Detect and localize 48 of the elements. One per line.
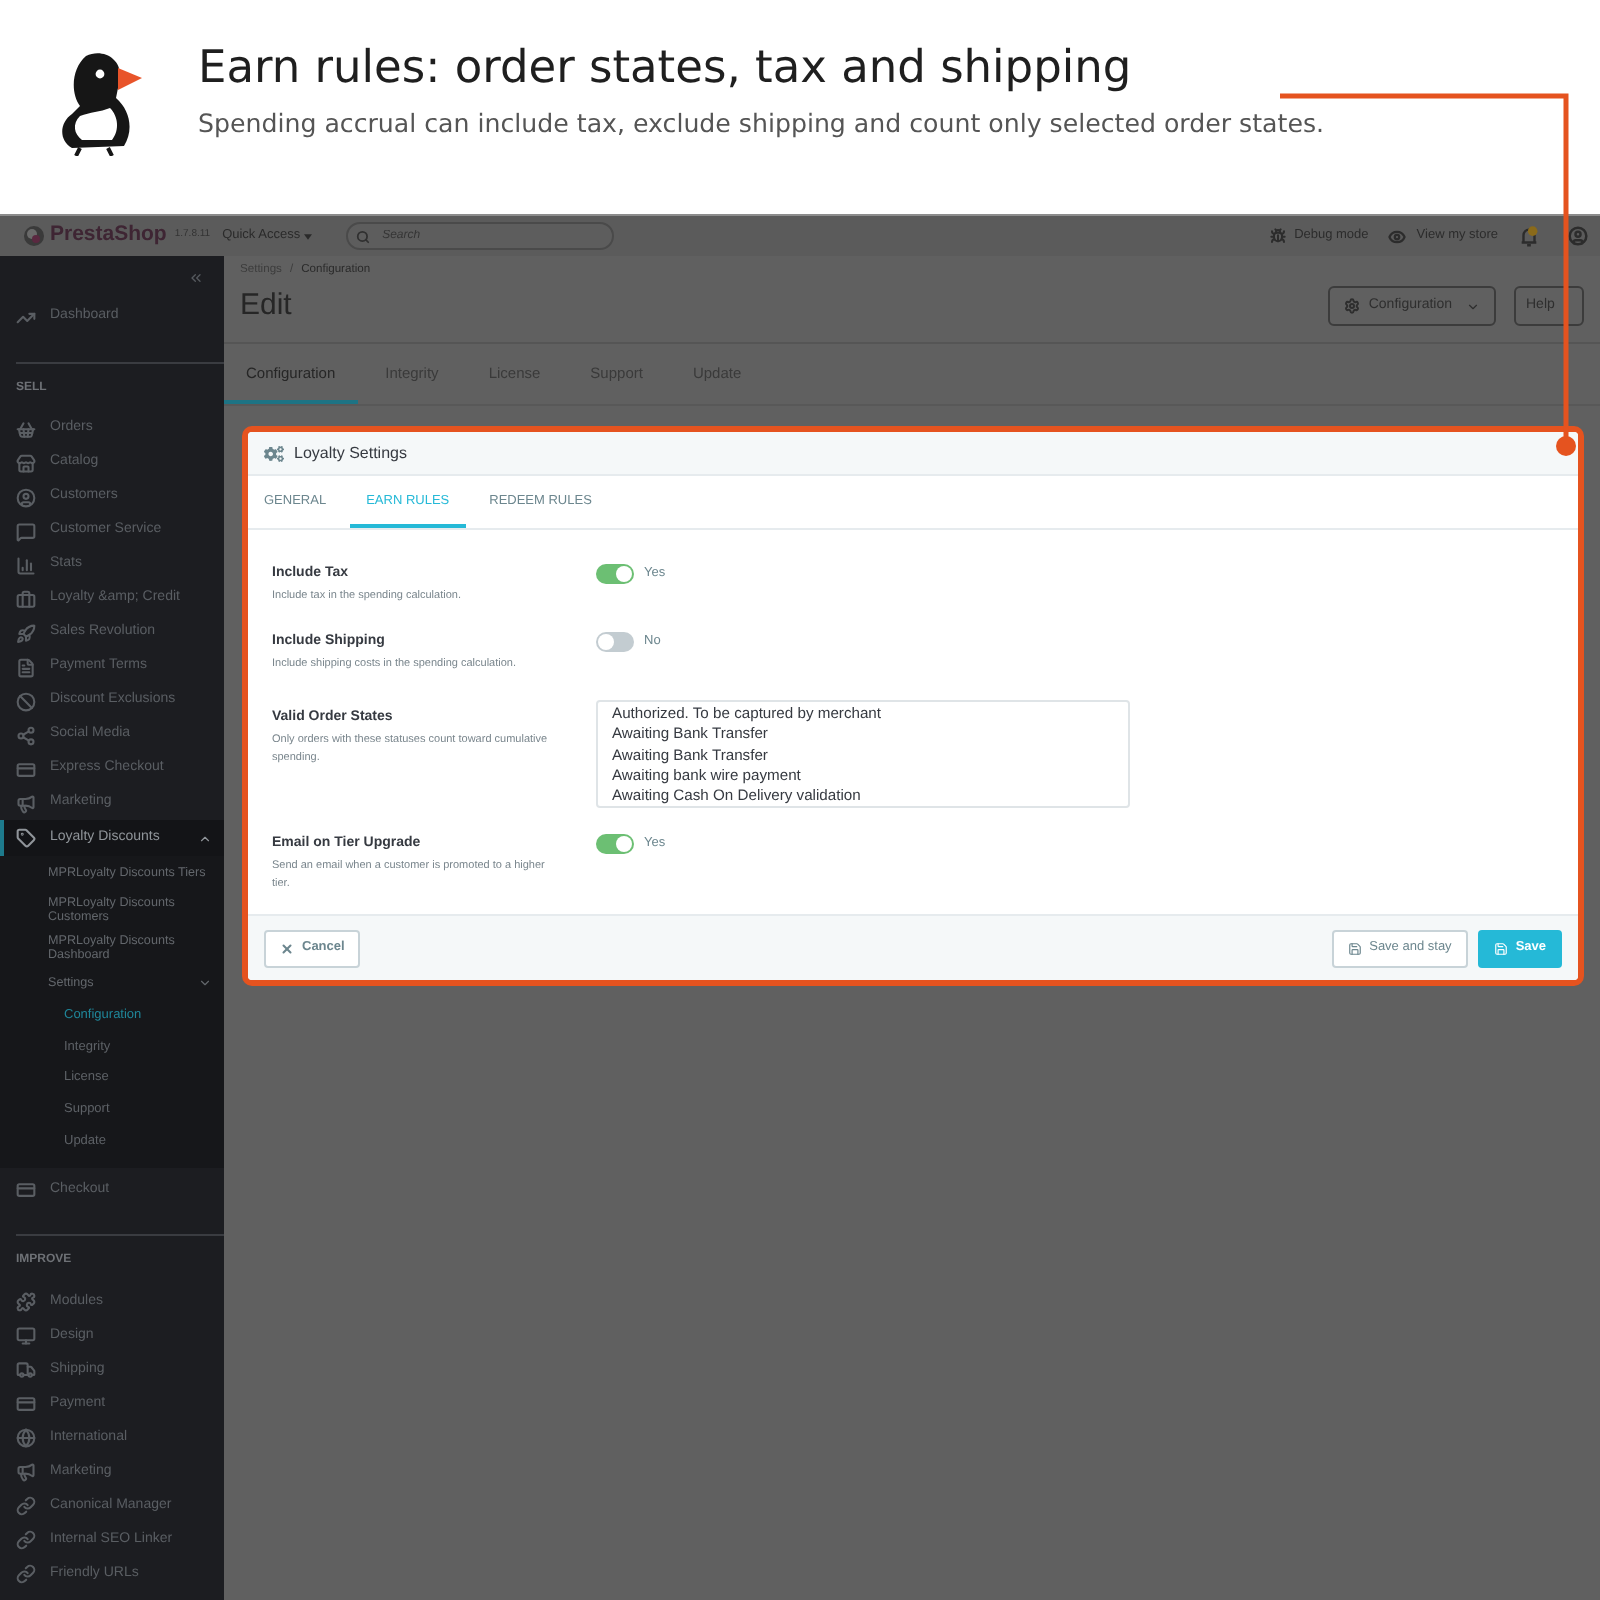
chevron-up-icon [198,831,212,845]
gears-icon [264,443,284,463]
truck-icon [16,1359,36,1380]
user-circle-icon [16,487,36,507]
basket-icon [16,419,36,439]
credit-card-icon [16,759,36,779]
toggle-switch[interactable] [596,834,634,854]
bar-chart-icon [16,555,36,575]
toggle-switch[interactable] [596,564,634,584]
toggle-switch[interactable] [596,632,634,652]
share-icon [16,725,36,745]
notification-bell-icon[interactable] [1518,225,1540,247]
tag-icon [16,828,36,848]
monitor-icon [16,1325,36,1346]
link-icon [16,1529,36,1550]
globe-icon [16,1427,36,1448]
ban-icon [16,691,36,711]
megaphone-icon [16,793,36,813]
user-avatar-icon[interactable] [1568,226,1588,246]
briefcase-icon [16,589,36,609]
bug-icon [1270,228,1287,244]
megaphone-icon [16,1461,36,1482]
store-icon [16,453,36,473]
gear-icon [1344,298,1361,314]
link-icon [16,1495,36,1516]
puzzle-icon [16,1291,36,1312]
rocket-icon [16,623,36,643]
close-icon [280,941,294,955]
credit-card-icon [16,1393,36,1414]
trend-line-icon [16,307,36,327]
brand-logo-icon [24,226,44,246]
page-title: Edit [240,285,292,326]
callout-subtitle: Spending accrual can include tax, exclude shipping and count only selected order states. [198,106,1325,142]
caret-icon [304,233,313,239]
chevron-down-icon [198,976,212,990]
credit-card-icon [16,1179,36,1200]
chevron-down-icon [1466,299,1480,313]
save-icon [1347,941,1362,955]
callout-title: Earn rules: order states, tax and shipping [198,40,1134,98]
collapse-icon[interactable] [188,270,204,286]
link-icon [16,1563,36,1584]
document-icon [16,657,36,677]
save-icon [1493,941,1508,955]
chat-icon [16,521,36,541]
eye-icon [1388,227,1407,245]
search-icon [356,229,371,243]
panel-title: Loyalty Settings [294,441,407,465]
puffin-logo-icon [56,50,144,156]
